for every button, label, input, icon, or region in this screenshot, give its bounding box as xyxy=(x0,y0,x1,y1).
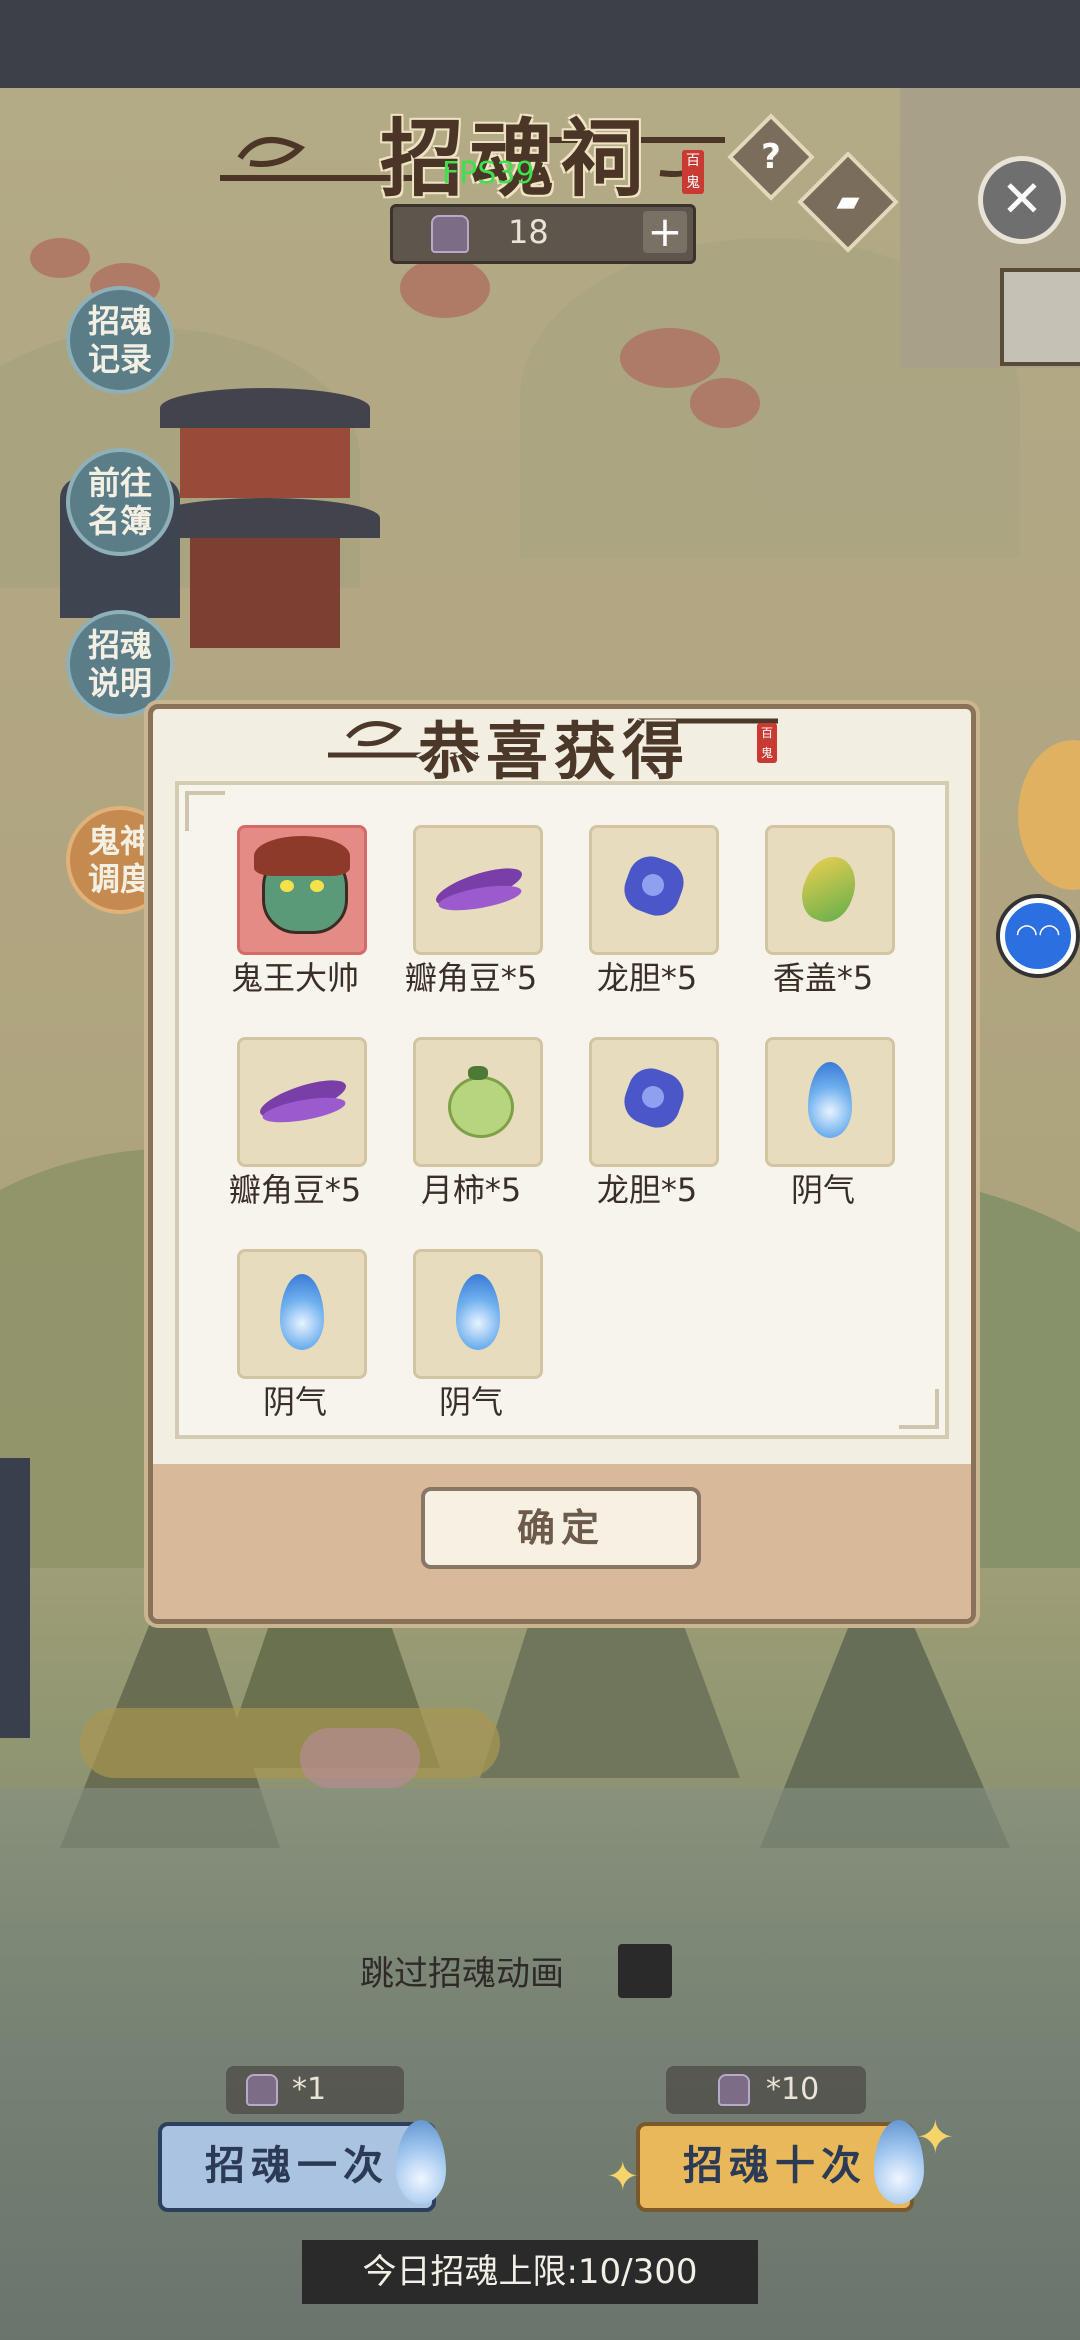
reward-item[interactable]: 鬼王大帅 xyxy=(207,825,383,1025)
reward-item[interactable]: 龙胆*5 xyxy=(559,825,735,1025)
skip-animation-checkbox[interactable] xyxy=(618,1944,672,1998)
go-to-roster-button[interactable]: 前往名簿 xyxy=(66,448,174,556)
summon-once-cost-value: *1 xyxy=(292,2072,327,2107)
reward-item[interactable]: 瓣角豆*5 xyxy=(383,825,559,1025)
summon-once-cost: *1 xyxy=(226,2066,404,2114)
sparkle-icon: ✦ xyxy=(916,2110,955,2164)
sparkle-icon: ✦ xyxy=(606,2154,640,2200)
page-title: 招魂祠 xyxy=(380,109,651,208)
ghost-king-portrait xyxy=(237,825,367,955)
summon-bell-icon xyxy=(431,215,469,253)
purple-bean-icon xyxy=(237,1037,367,1167)
assistant-face-icon: ◠◠ xyxy=(1015,919,1061,949)
skip-animation-label: 跳过招魂动画 xyxy=(360,1954,564,1994)
side-button-label: 前往名簿 xyxy=(87,464,152,540)
reward-item[interactable]: 香盖*5 xyxy=(735,825,911,1025)
currency-bar: 18 + xyxy=(390,204,696,264)
side-button-label: 鬼神调度 xyxy=(87,822,152,898)
summon-info-button[interactable]: 招魂说明 xyxy=(66,610,174,718)
summon-ten-cost-value: *10 xyxy=(766,2072,820,2107)
corner-ornament xyxy=(899,1389,939,1429)
reward-item-label: 阴气 xyxy=(438,1383,503,1421)
currency-value: 18 xyxy=(508,213,549,251)
reward-item[interactable]: 阴气 xyxy=(207,1249,383,1449)
question-icon: ? xyxy=(761,137,781,177)
flag-icon: ▰ xyxy=(836,184,860,219)
fps-counter: FPS39 xyxy=(442,156,535,191)
reward-item[interactable]: 瓣角豆*5 xyxy=(207,1037,383,1237)
close-button[interactable]: ✕ xyxy=(978,156,1066,244)
reward-item-label: 鬼王大帅 xyxy=(230,959,359,997)
side-button-label: 招魂说明 xyxy=(87,626,152,702)
confirm-button[interactable]: 确定 xyxy=(421,1487,701,1569)
dialog-title-seal: 百鬼 xyxy=(757,723,777,763)
plus-icon: + xyxy=(647,207,683,256)
summon-once-button[interactable]: 招魂一次 xyxy=(158,2122,436,2212)
reward-item-label: 龙胆*5 xyxy=(596,959,698,997)
dialog-title: 恭喜获得 xyxy=(418,715,691,788)
assistant-float-button[interactable]: ◠◠ xyxy=(1000,898,1076,974)
summon-bell-icon xyxy=(246,2074,278,2106)
reward-item-label: 月柿*5 xyxy=(420,1171,522,1209)
reward-item[interactable]: 月柿*5 xyxy=(383,1037,559,1237)
blue-flame-icon xyxy=(413,1249,543,1379)
summon-bell-icon xyxy=(718,2074,750,2106)
green-persimmon-icon xyxy=(413,1037,543,1167)
reward-item-label: 龙胆*5 xyxy=(596,1171,698,1209)
blue-flame-icon xyxy=(765,1037,895,1167)
side-button-label: 招魂记录 xyxy=(87,302,152,378)
reward-grid: 鬼王大帅 瓣角豆*5 龙胆*5 香盖*5 瓣角豆*5 月柿*5 龙胆*5 阴气 … xyxy=(175,781,949,1439)
title-seal: 百鬼 xyxy=(682,150,704,194)
reward-item[interactable]: 龙胆*5 xyxy=(559,1037,735,1237)
mango-icon xyxy=(765,825,895,955)
summon-record-button[interactable]: 招魂记录 xyxy=(66,286,174,394)
reward-item-label: 阴气 xyxy=(790,1171,855,1209)
reward-item[interactable]: 阴气 xyxy=(735,1037,911,1237)
reward-item-label: 瓣角豆*5 xyxy=(228,1171,362,1209)
status-bar xyxy=(0,0,1080,88)
reward-item-label: 香盖*5 xyxy=(772,959,874,997)
reward-dialog: 恭喜获得 百鬼 鬼王大帅 瓣角豆*5 龙胆*5 香盖*5 瓣角豆*5 月柿*5 … xyxy=(148,704,976,1624)
summon-ten-cost: *10 xyxy=(666,2066,866,2114)
daily-summon-limit: 今日招魂上限:10/300 xyxy=(302,2240,758,2304)
close-icon: ✕ xyxy=(1001,170,1043,228)
blue-flame-icon xyxy=(237,1249,367,1379)
reward-item-label: 阴气 xyxy=(262,1383,327,1421)
reward-item-label: 瓣角豆*5 xyxy=(404,959,538,997)
purple-bean-icon xyxy=(413,825,543,955)
blue-flower-icon xyxy=(589,1037,719,1167)
blue-flower-icon xyxy=(589,825,719,955)
reward-item[interactable]: 阴气 xyxy=(383,1249,559,1449)
add-currency-button[interactable]: + xyxy=(643,211,687,253)
summon-ten-button[interactable]: 招魂十次 xyxy=(636,2122,914,2212)
